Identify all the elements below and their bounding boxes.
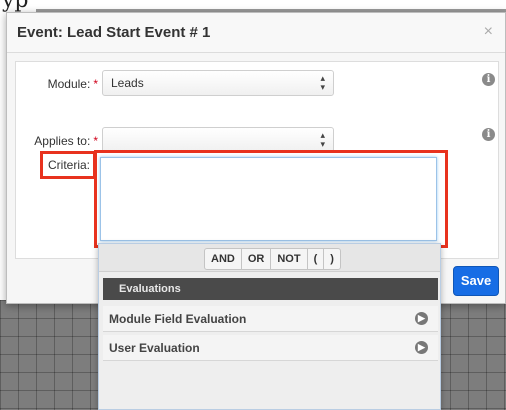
required-asterisk: * (93, 134, 98, 148)
module-info-icon[interactable]: i (482, 73, 495, 86)
logic-operator-bar: AND OR NOT ( ) (99, 244, 440, 272)
logic-button-group: AND OR NOT ( ) (204, 248, 341, 270)
module-label: Module: (47, 77, 91, 91)
not-button[interactable]: NOT (271, 249, 308, 269)
arrow-circle-right-icon: ▶ (415, 341, 428, 354)
select-arrows-icon: ▴ ▾ (320, 73, 325, 92)
criteria-input-highlight (94, 150, 448, 248)
applies-info-icon[interactable]: i (482, 128, 495, 141)
module-field-evaluation-item[interactable]: Module Field Evaluation ▶ (103, 306, 438, 332)
module-select-value: Leads (111, 76, 144, 90)
cropped-text-fragment: yp (2, 0, 29, 12)
modal-title: Event: Lead Start Event # 1 (17, 24, 211, 41)
list-item-label: Module Field Evaluation (109, 312, 247, 326)
open-paren-button[interactable]: ( (308, 249, 325, 269)
or-button[interactable]: OR (242, 249, 272, 269)
evaluations-section-header: Evaluations (103, 278, 438, 300)
criteria-label: Criteria: (47, 158, 90, 172)
modal-header: Event: Lead Start Event # 1 × (7, 13, 505, 53)
list-item-label: User Evaluation (109, 341, 200, 355)
applies-label-group: Applies to: * (16, 134, 98, 148)
criteria-builder-dropdown: AND OR NOT ( ) Evaluations Module Field … (98, 243, 441, 410)
criteria-label-highlight: Criteria: (40, 151, 96, 179)
user-evaluation-item[interactable]: User Evaluation ▶ (103, 335, 438, 361)
select-arrows-icon: ▴ ▾ (320, 130, 325, 149)
save-button[interactable]: Save (453, 266, 499, 296)
close-paren-button[interactable]: ) (324, 249, 340, 269)
close-icon[interactable]: × (484, 23, 493, 41)
and-button[interactable]: AND (205, 249, 242, 269)
applies-to-label: Applies to: (34, 134, 91, 148)
module-select[interactable]: Leads ▴ ▾ (102, 70, 334, 96)
required-asterisk: * (93, 77, 98, 91)
arrow-circle-right-icon: ▶ (415, 312, 428, 325)
module-label-group: Module: * (16, 77, 98, 91)
